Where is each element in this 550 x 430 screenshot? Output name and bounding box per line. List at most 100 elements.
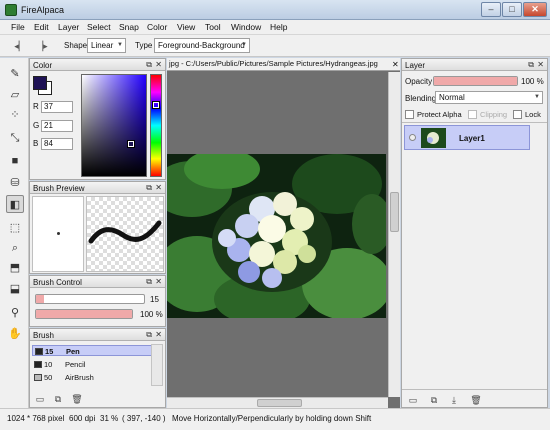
select-eraser-icon[interactable]: ⬓ [6, 280, 24, 298]
clipping-checkbox[interactable] [468, 110, 477, 119]
brush-panel-title: Brush [33, 331, 54, 340]
brush-name: AirBrush [65, 373, 94, 382]
close-icon[interactable]: ✕ [537, 60, 544, 69]
brush-size: 15 [45, 347, 54, 356]
canvas-horizontal-scrollbar[interactable] [167, 397, 388, 408]
brush-preview-title: Brush Preview [33, 184, 85, 193]
layer-opacity-slider[interactable] [433, 76, 518, 86]
menu-tool[interactable]: Tool [205, 22, 221, 32]
menu-file[interactable]: File [11, 22, 25, 32]
menu-color[interactable]: Color [147, 22, 167, 32]
shape-value: Linear [91, 41, 114, 50]
title-bar: FireAlpaca – □ ✕ [0, 0, 550, 20]
bucket-icon[interactable]: ⛁ [6, 174, 24, 192]
g-field[interactable]: 21 [41, 120, 73, 132]
type-label: Type [135, 41, 153, 50]
g-label: G [33, 121, 40, 130]
b-field[interactable]: 84 [41, 138, 73, 150]
vertical-scroll-thumb[interactable] [390, 192, 399, 232]
close-icon[interactable]: ✕ [155, 60, 162, 69]
status-bar: 1024 * 768 pixel 600 dpi 31 % ( 397, -14… [0, 408, 550, 430]
eyedropper-icon[interactable]: ⚲ [6, 304, 24, 322]
r-field[interactable]: 37 [41, 101, 73, 113]
hydrangea-image [167, 154, 386, 318]
delete-brush-icon[interactable]: 🗑 [71, 393, 83, 405]
hand-icon[interactable]: ✋ [6, 325, 24, 343]
close-icon[interactable]: ✕ [155, 183, 162, 192]
brush-swatch-icon [34, 361, 42, 368]
color-panel-header: Color ⧉ ✕ [30, 59, 165, 71]
brush-item-pencil[interactable]: 10 Pencil [32, 359, 152, 370]
layer-panel-title: Layer [405, 61, 426, 70]
protect-alpha-checkbox[interactable] [405, 110, 414, 119]
menu-window[interactable]: Window [231, 22, 261, 32]
brush-swatch-icon [34, 374, 42, 381]
float-icon[interactable]: ⧉ [146, 330, 152, 340]
float-icon[interactable]: ⧉ [528, 60, 534, 70]
menu-help[interactable]: Help [270, 22, 287, 32]
brush-opacity-slider[interactable] [35, 309, 133, 319]
hue-slider[interactable] [150, 74, 162, 177]
menu-edit[interactable]: Edit [34, 22, 49, 32]
brush-item-airbrush[interactable]: 50 AirBrush [32, 372, 152, 383]
brush-preview-header: Brush Preview ⧉ ✕ [30, 182, 165, 194]
opacity-label: Opacity [405, 77, 433, 86]
eraser-icon[interactable]: ▱ [6, 86, 24, 104]
delete-layer-icon[interactable]: 🗑 [470, 394, 482, 406]
menu-layer[interactable]: Layer [58, 22, 79, 32]
brush-item-pen[interactable]: 15 Pen [32, 345, 152, 356]
maximize-button[interactable]: □ [502, 2, 522, 17]
foreground-color-swatch[interactable] [33, 76, 47, 90]
dot-pen-icon[interactable]: ⁘ [6, 106, 24, 124]
brush-list-scrollbar[interactable] [151, 344, 163, 386]
gradient-icon[interactable]: ◧ [6, 195, 24, 213]
saturation-value-picker[interactable] [81, 74, 147, 177]
brush-panel-header: Brush ⧉ ✕ [30, 329, 165, 341]
lock-label: Lock [525, 110, 541, 119]
blending-select[interactable]: Normal ▼ [435, 91, 543, 104]
menu-select[interactable]: Select [87, 22, 111, 32]
float-icon[interactable]: ⧉ [146, 183, 152, 193]
layer-row-layer1[interactable]: Layer1 [404, 125, 530, 150]
new-layer-icon[interactable]: ▭ [407, 394, 419, 406]
merge-layer-icon[interactable]: ⤓ [448, 394, 460, 406]
menu-view[interactable]: View [177, 22, 195, 32]
brush-size-slider[interactable] [35, 294, 145, 304]
brush-size: 10 [44, 360, 53, 369]
close-icon[interactable]: ✕ [155, 330, 162, 339]
window-title: FireAlpaca [21, 5, 65, 15]
eye-icon[interactable] [409, 134, 416, 141]
duplicate-brush-icon[interactable]: ⧉ [52, 393, 64, 405]
canvas-tab[interactable]: jpg - C:/Users/Public/Pictures/Sample Pi… [167, 58, 400, 71]
zoom-icon[interactable]: ⌕ [6, 239, 24, 257]
undo-arrow-icon[interactable]: ◂▏ [14, 40, 26, 52]
move-icon[interactable]: ⤡ [6, 129, 24, 147]
select-rect-icon[interactable]: ⬚ [6, 219, 24, 237]
horizontal-scroll-thumb[interactable] [257, 399, 302, 407]
hue-marker[interactable] [152, 101, 160, 109]
type-select[interactable]: Foreground-Background ▼ [154, 38, 250, 53]
canvas-close-icon[interactable]: ✕ [392, 60, 399, 69]
toolbar: ◂▏ ▕▸ Shape Linear ▼ Type Foreground-Back… [0, 35, 550, 57]
minimize-button[interactable]: – [481, 2, 501, 17]
menu-snap[interactable]: Snap [119, 22, 139, 32]
brush-dot [57, 232, 60, 235]
float-icon[interactable]: ⧉ [146, 60, 152, 70]
duplicate-layer-icon[interactable]: ⧉ [428, 394, 440, 406]
select-pen-icon[interactable]: ⬒ [6, 259, 24, 277]
b-label: B [33, 139, 39, 148]
chevron-down-icon: ▼ [241, 42, 247, 48]
lock-checkbox[interactable] [513, 110, 522, 119]
float-icon[interactable]: ⧉ [146, 277, 152, 287]
redo-arrow-icon[interactable]: ▕▸ [36, 40, 48, 52]
close-window-button[interactable]: ✕ [523, 2, 547, 17]
shape-select[interactable]: Linear ▼ [87, 38, 126, 53]
brush-panel: Brush ⧉ ✕ 15 Pen 10 Pencil 50 AirBrush ▭… [29, 328, 166, 408]
pen-icon[interactable]: ✎ [6, 65, 24, 83]
sv-marker[interactable] [127, 140, 135, 148]
canvas-vertical-scrollbar[interactable] [388, 72, 400, 397]
fill-icon[interactable]: ■ [6, 152, 24, 170]
new-brush-icon[interactable]: ▭ [34, 393, 46, 405]
close-icon[interactable]: ✕ [155, 277, 162, 286]
brush-control-title: Brush Control [33, 278, 82, 287]
